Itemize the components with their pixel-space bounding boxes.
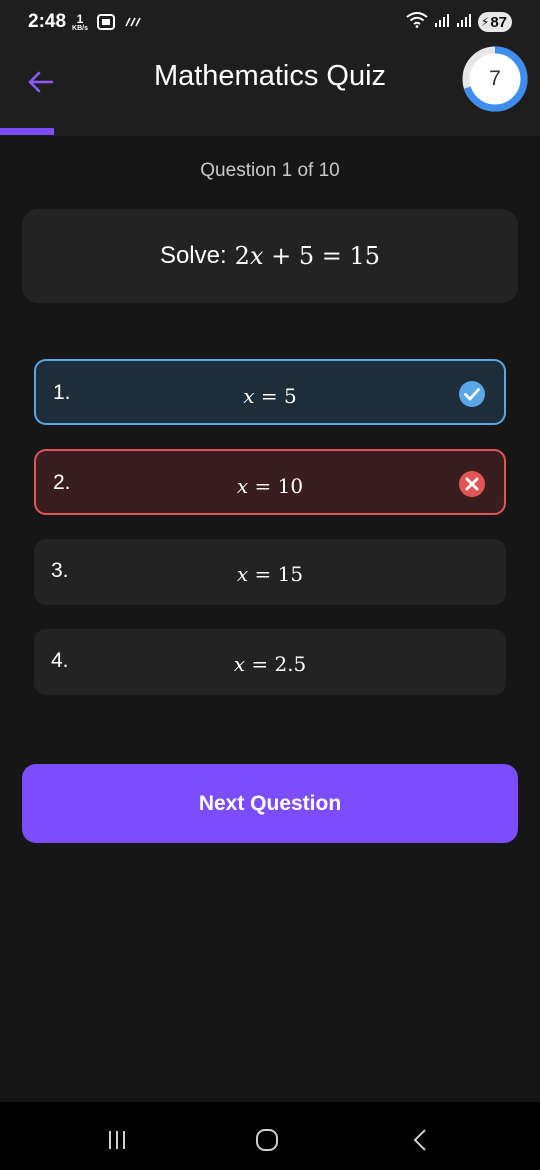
answer-option-2[interactable]: 2. x = 10	[34, 449, 506, 515]
net-speed: 1 KB/s	[72, 13, 88, 32]
page-title: Mathematics Quiz	[153, 60, 387, 92]
question-card: Solve: 2x + 5 = 15	[22, 209, 518, 303]
next-question-button[interactable]: Next Question	[22, 764, 518, 843]
system-nav-bar	[0, 1102, 540, 1170]
home-icon	[256, 1129, 278, 1151]
net-speed-unit: KB/s	[72, 24, 88, 32]
x-circle-icon	[459, 471, 485, 497]
answer-option-4[interactable]: 4. x = 2.5	[34, 629, 506, 695]
battery-indicator: ⚡ 87	[477, 12, 512, 32]
quiz-progress-fill	[0, 128, 54, 135]
vpn-icon	[124, 16, 144, 28]
nav-recents-button[interactable]	[97, 1120, 137, 1160]
question-expression: 2x + 5 = 15	[234, 242, 381, 270]
status-bar: 2:48 1 KB/s ⚡ 87	[0, 0, 540, 44]
check-circle-icon	[459, 381, 485, 407]
signal-icon-2	[456, 12, 472, 33]
recents-icon	[109, 1131, 125, 1149]
net-speed-value: 1	[76, 11, 84, 26]
question-prefix: Solve:	[159, 242, 227, 269]
option-value: x = 15	[236, 562, 304, 586]
option-value: x = 2.5	[233, 652, 307, 676]
charging-icon: ⚡	[480, 15, 490, 29]
battery-level: 87	[490, 13, 507, 31]
wifi-icon	[406, 11, 428, 33]
question-counter: Question 1 of 10	[200, 160, 340, 181]
quiz-progress-bar	[0, 128, 540, 135]
countdown-timer: 7	[460, 44, 530, 114]
screenshot-icon	[96, 13, 116, 31]
chevron-left-icon	[413, 1129, 426, 1151]
status-time: 2:48	[28, 11, 67, 32]
timer-value: 7	[489, 67, 501, 90]
answer-option-3[interactable]: 3. x = 15	[34, 539, 506, 605]
answer-option-1[interactable]: 1. x = 5	[34, 359, 506, 425]
app-bar: Mathematics Quiz 7	[0, 44, 540, 136]
nav-back-button[interactable]	[400, 1120, 440, 1160]
signal-icon-1	[434, 12, 450, 33]
option-value: x = 5	[243, 384, 297, 408]
nav-home-button[interactable]	[247, 1120, 287, 1160]
option-value: x = 10	[236, 474, 304, 498]
